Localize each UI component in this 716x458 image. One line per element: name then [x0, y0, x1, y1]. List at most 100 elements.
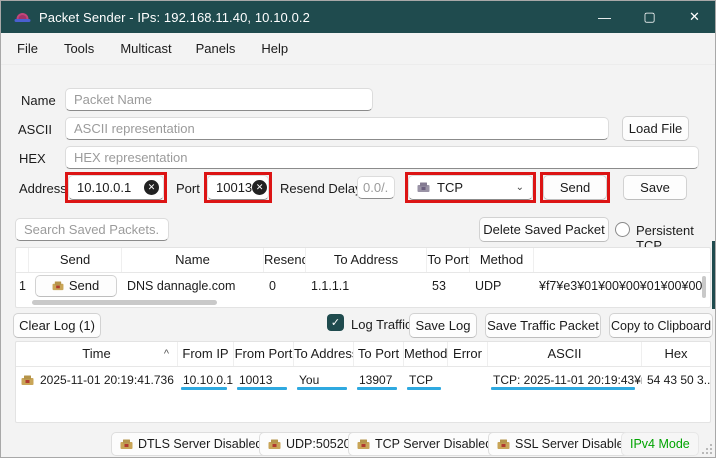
traffic-col-from-ip[interactable]: From IP	[178, 342, 234, 366]
packet-icon	[268, 439, 281, 450]
packet-icon	[21, 375, 34, 386]
saved-col-to-port[interactable]: To Port	[427, 248, 470, 272]
resend-delay-input[interactable]	[357, 176, 395, 199]
saved-cell-resend: 0	[264, 273, 306, 299]
traffic-cell-from-ip: 10.10.0.1	[178, 367, 234, 393]
saved-packets-table: Send Name Resend To Address To Port Meth…	[15, 247, 711, 308]
saved-col-name[interactable]: Name	[122, 248, 264, 272]
resend-delay-label: Resend Delay	[280, 181, 362, 196]
address-value: 10.10.0.1	[77, 180, 144, 195]
address-label: Address	[19, 181, 67, 196]
protocol-annotation-box: TCP ⌄	[405, 172, 536, 203]
port-label: Port	[176, 181, 200, 196]
traffic-cell-to-port: 13907	[354, 367, 404, 393]
persistent-tcp-checkbox[interactable]	[615, 222, 630, 237]
clear-log-button[interactable]: Clear Log (1)	[13, 313, 101, 338]
log-traffic-checkbox[interactable]: ✓	[327, 314, 344, 331]
port-input[interactable]: 10013 ✕	[207, 175, 269, 200]
load-file-button[interactable]: Load File	[622, 116, 689, 141]
traffic-log-table: Time ^ From IP From Port To Address To P…	[15, 341, 711, 423]
udp-server-label: UDP:50520	[286, 437, 351, 451]
traffic-col-hex[interactable]: Hex	[642, 342, 710, 366]
udp-server-button[interactable]: UDP:50520	[259, 432, 360, 456]
menu-tools[interactable]: Tools	[64, 35, 94, 62]
menu-help[interactable]: Help	[261, 35, 288, 62]
ssl-server-label: SSL Server Disabled	[515, 437, 631, 451]
title-bar: Packet Sender - IPs: 192.168.11.40, 10.1…	[1, 1, 716, 33]
address-clear-icon[interactable]: ✕	[144, 180, 159, 195]
saved-col-method[interactable]: Method	[470, 248, 534, 272]
vertical-scrollbar[interactable]	[702, 276, 706, 298]
traffic-cell-time: 2025-11-01 20:19:41.736	[40, 367, 174, 393]
tcp-server-button[interactable]: TCP Server Disabled	[348, 432, 501, 456]
packet-name-input[interactable]	[65, 88, 373, 111]
send-annotation-box: Send	[540, 172, 610, 203]
send-button[interactable]: Send	[543, 175, 607, 200]
port-annotation-box: 10013 ✕	[204, 172, 272, 203]
traffic-col-from-port[interactable]: From Port	[234, 342, 294, 366]
dtls-server-button[interactable]: DTLS Server Disabled	[111, 432, 271, 456]
address-input[interactable]: 10.10.0.1 ✕	[68, 175, 164, 200]
chevron-down-icon: ⌄	[516, 182, 524, 193]
address-annotation-box: 10.10.0.1 ✕	[65, 172, 167, 203]
log-traffic-label: Log Traffic	[351, 317, 411, 332]
port-clear-icon[interactable]: ✕	[252, 180, 267, 195]
port-value: 10013	[216, 180, 252, 195]
save-traffic-packet-button[interactable]: Save Traffic Packet	[485, 313, 601, 338]
ssl-server-button[interactable]: SSL Server Disabled	[488, 432, 640, 456]
save-log-button[interactable]: Save Log	[409, 313, 477, 338]
traffic-col-method[interactable]: Method	[404, 342, 448, 366]
packet-icon	[120, 439, 133, 450]
saved-col-to-address[interactable]: To Address	[306, 248, 427, 272]
menu-panels[interactable]: Panels	[196, 35, 236, 62]
row-send-label: Send	[69, 273, 99, 299]
traffic-col-to-address[interactable]: To Address	[294, 342, 354, 366]
ascii-input[interactable]	[65, 117, 609, 140]
window-title: Packet Sender - IPs: 192.168.11.40, 10.1…	[39, 10, 310, 25]
saved-col-resend[interactable]: Resend	[264, 248, 306, 272]
saved-col-send[interactable]: Send	[29, 248, 122, 272]
saved-table-header: Send Name Resend To Address To Port Meth…	[16, 248, 710, 273]
protocol-value: TCP	[437, 180, 463, 195]
resize-grip[interactable]	[702, 444, 712, 454]
ascii-label: ASCII	[18, 122, 52, 137]
delete-saved-packet-button[interactable]: Delete Saved Packet	[479, 217, 609, 242]
close-button[interactable]: ✕	[672, 1, 716, 33]
protocol-dropdown[interactable]: TCP ⌄	[408, 175, 533, 200]
ipv4-mode-button[interactable]: IPv4 Mode	[621, 432, 699, 456]
traffic-col-ascii[interactable]: ASCII	[488, 342, 642, 366]
traffic-cell-error	[448, 367, 488, 393]
saved-table-row[interactable]: 1 Send DNS dannagle.com 0 1.1.1.1 53 UDP…	[16, 273, 710, 299]
row-send-button[interactable]: Send	[35, 275, 117, 297]
traffic-table-row[interactable]: 2025-11-01 20:19:41.736 10.10.0.1 10013 …	[16, 367, 710, 393]
packet-sender-window: Packet Sender - IPs: 192.168.11.40, 10.1…	[0, 0, 716, 458]
copy-to-clipboard-button[interactable]: Copy to Clipboard	[609, 313, 713, 338]
packet-icon	[357, 439, 370, 450]
menu-bar: File Tools Multicast Panels Help	[1, 33, 716, 65]
sort-ascending-icon: ^	[164, 342, 169, 366]
name-label: Name	[21, 93, 56, 108]
traffic-col-error[interactable]: Error	[448, 342, 488, 366]
hex-label: HEX	[19, 151, 46, 166]
traffic-cell-from-port: 10013	[234, 367, 294, 393]
traffic-cell-method: TCP	[404, 367, 448, 393]
minimize-button[interactable]: —	[582, 1, 627, 33]
traffic-col-to-port[interactable]: To Port	[354, 342, 404, 366]
save-button[interactable]: Save	[623, 175, 687, 200]
search-saved-packets-input[interactable]	[15, 218, 169, 241]
horizontal-scrollbar[interactable]	[32, 300, 217, 305]
saved-cell-method: UDP	[470, 273, 534, 299]
saved-cell-ascii: ¥f7¥e3¥01¥00¥00¥01¥00¥00	[534, 273, 710, 299]
menu-multicast[interactable]: Multicast	[120, 35, 171, 62]
saved-cell-to-address: 1.1.1.1	[306, 273, 427, 299]
saved-cell-name: DNS dannagle.com	[122, 273, 264, 299]
teal-edge-strip	[712, 241, 716, 309]
traffic-table-header: Time ^ From IP From Port To Address To P…	[16, 342, 710, 367]
hex-input[interactable]	[65, 146, 699, 169]
traffic-col-time[interactable]: Time ^	[16, 342, 178, 366]
traffic-cell-ascii: TCP: 2025-11-01 20:19:43¥n	[488, 367, 642, 393]
menu-file[interactable]: File	[17, 35, 38, 62]
tcp-server-label: TCP Server Disabled	[375, 437, 492, 451]
row-number: 1	[16, 273, 29, 299]
maximize-button[interactable]: ▢	[627, 1, 672, 33]
